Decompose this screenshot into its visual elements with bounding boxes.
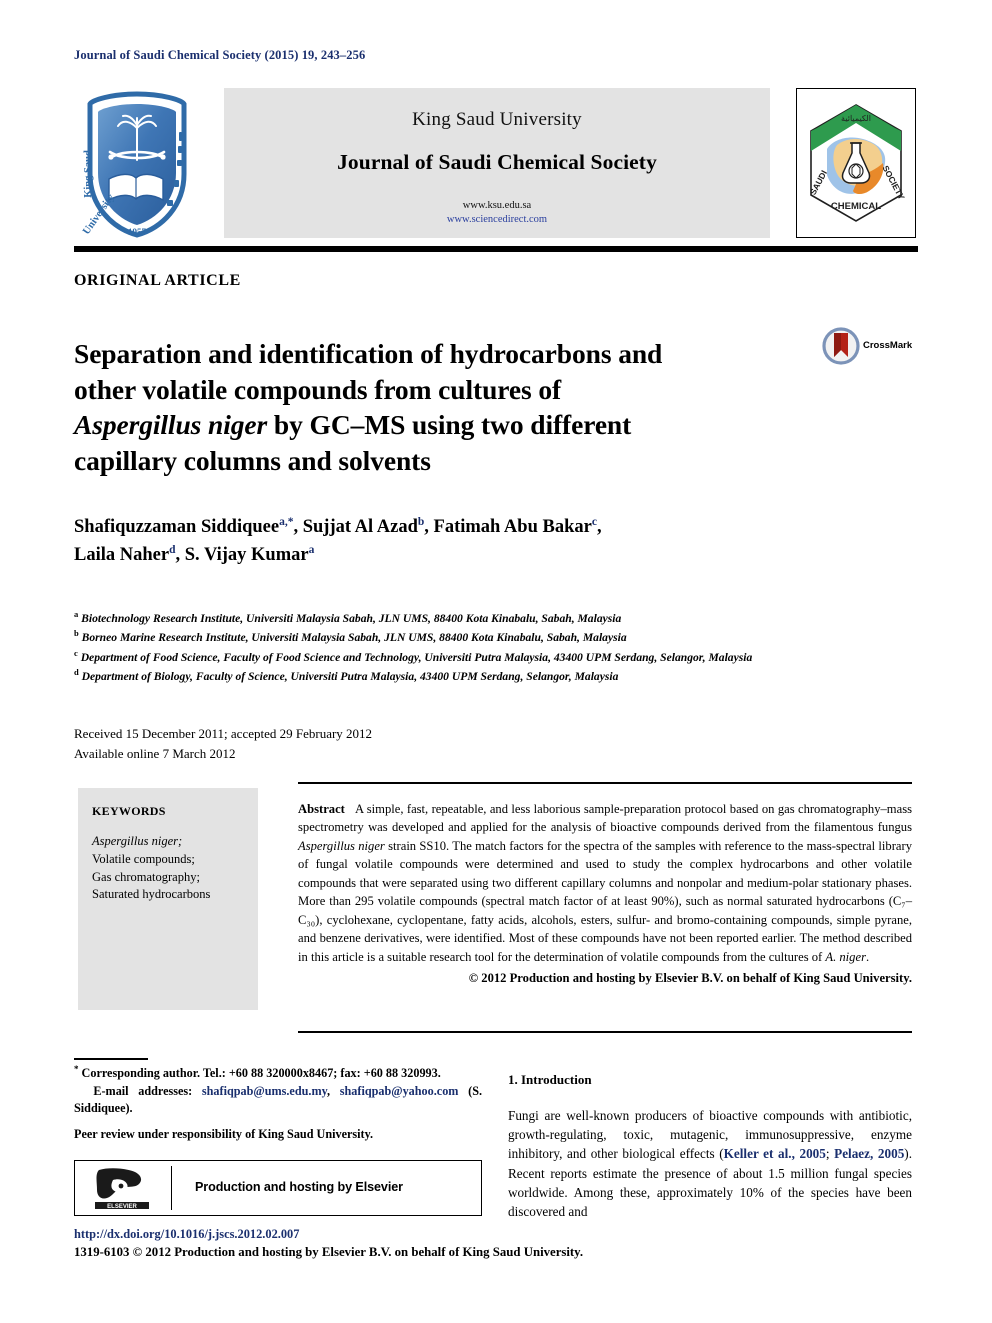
svg-text:King Saud: King Saud xyxy=(83,150,94,198)
svg-text:1957: 1957 xyxy=(128,227,147,237)
abstract-bottom-rule xyxy=(298,1031,912,1034)
author-4-name: Laila Naher xyxy=(74,545,170,566)
page-title: Separation and identification of hydroca… xyxy=(74,336,804,478)
keyword-item: Saturated hydrocarbons xyxy=(92,887,211,902)
title-species: Aspergillus niger xyxy=(74,409,268,441)
email-note: E-mail addresses: shafiqpab@ums.edu.my, … xyxy=(74,1083,482,1118)
author-sep-3: , xyxy=(596,517,602,537)
author-2: Sujjat Al Azadb xyxy=(302,516,425,537)
footnote-block: * Corresponding author. Tel.: +60 88 320… xyxy=(74,1063,482,1144)
keyword-item: Gas chromatography; xyxy=(92,869,200,884)
title-line-4: capillary columns and solvents xyxy=(74,444,431,476)
abstract-top-rule xyxy=(298,782,912,785)
affiliation-a-mark: a xyxy=(74,609,79,619)
affiliation-b: b Borneo Marine Research Institute, Univ… xyxy=(74,627,904,646)
abstract-block: Abstract A simple, fast, repeatable, and… xyxy=(298,800,912,987)
abstract-copyright: © 2012 Production and hosting by Elsevie… xyxy=(468,970,912,985)
citation-pelaez[interactable]: Pelaez, 2005 xyxy=(834,1146,904,1161)
abstract-part-3: . xyxy=(865,949,870,964)
masthead-divider-rule xyxy=(74,246,918,252)
author-5-marks: a xyxy=(308,543,315,556)
author-1-marks: a,* xyxy=(279,515,294,528)
elsevier-hosting-banner: ELSEVIER Production and hosting by Elsev… xyxy=(74,1160,482,1216)
abstract-part-2: strain SS10. The match factors for the s… xyxy=(298,838,913,964)
email-link-1[interactable]: shafiqpab@ums.edu.my xyxy=(202,1084,327,1098)
corresponding-author-text: Corresponding author. Tel.: +60 88 32000… xyxy=(81,1066,441,1081)
abstract-species-1: Aspergillus niger xyxy=(298,838,385,853)
sciencedirect-url[interactable]: www.sciencedirect.com xyxy=(224,213,770,227)
asterisk-icon: * xyxy=(74,1064,79,1074)
introduction-paragraph: Fungi are well-known producers of bioact… xyxy=(508,1106,912,1221)
author-2-name: Sujjat Al Azad xyxy=(302,517,418,537)
footnote-separator-rule xyxy=(74,1058,148,1060)
author-sep-1: , xyxy=(293,517,303,537)
email-label: E-mail addresses: xyxy=(93,1083,193,1098)
keywords-panel: KEYWORDS Aspergillus niger; Volatile com… xyxy=(78,788,258,1010)
author-5-name: S. Vijay Kumar xyxy=(184,545,309,566)
author-5: S. Vijay Kumara xyxy=(184,543,315,566)
affiliation-d: d Department of Biology, Faculty of Scie… xyxy=(74,666,904,685)
article-type-label: ORIGINAL ARTICLE xyxy=(74,272,241,289)
intro-text-2: ; xyxy=(825,1146,835,1162)
author-list: Shafiquzzaman Siddiqueea,*, Sujjat Al Az… xyxy=(74,513,894,569)
abstract-species-2: A. niger xyxy=(825,949,866,964)
doi-link[interactable]: http://dx.doi.org/10.1016/j.jscs.2012.02… xyxy=(74,1227,299,1242)
author-4: Laila Naherd xyxy=(74,544,175,566)
keyword-item: Volatile compounds; xyxy=(92,851,195,866)
corresponding-author-note: * Corresponding author. Tel.: +60 88 320… xyxy=(74,1063,482,1083)
affiliation-b-mark: b xyxy=(74,628,79,639)
king-saud-university-logo-icon: King Saud University 1957 xyxy=(78,88,196,240)
keywords-list: Aspergillus niger; Volatile compounds; G… xyxy=(92,833,258,904)
elsevier-divider xyxy=(171,1166,173,1210)
received-date: Received 15 December 2011; accepted 29 F… xyxy=(74,726,373,741)
email-link-2[interactable]: shafiqpab@yahoo.com xyxy=(340,1084,459,1098)
journal-urls: www.ksu.edu.sa www.sciencedirect.com xyxy=(224,199,770,227)
citation-keller[interactable]: Keller et al., 2005 xyxy=(724,1146,826,1161)
author-1: Shafiquzzaman Siddiqueea,* xyxy=(74,515,294,537)
title-line-2: other volatile compounds from cultures o… xyxy=(74,373,562,405)
ksu-url[interactable]: www.ksu.edu.sa xyxy=(224,199,770,213)
crossmark-icon xyxy=(822,327,860,365)
svg-text:الكيميائية: الكيميائية xyxy=(841,114,871,123)
title-line-3-rest: by GC–MS using two different xyxy=(267,409,632,441)
abstract-heading: Abstract xyxy=(298,802,345,816)
elsevier-logo-icon: ELSEVIER xyxy=(91,1166,153,1212)
peer-review-note: Peer review under responsibility of King… xyxy=(74,1127,374,1142)
running-head: Journal of Saudi Chemical Society (2015)… xyxy=(74,48,366,62)
author-3: Fatimah Abu Bakarc xyxy=(433,516,597,537)
svg-text:ELSEVIER: ELSEVIER xyxy=(107,1204,137,1210)
journal-title: Journal of Saudi Chemical Society xyxy=(337,150,657,174)
author-1-name: Shafiquzzaman Siddiquee xyxy=(74,517,280,537)
author-sep-4: , xyxy=(175,545,185,566)
article-page: Journal of Saudi Chemical Society (2015)… xyxy=(0,0,992,1323)
keywords-heading: KEYWORDS xyxy=(92,804,166,818)
svg-text:CHEMICAL: CHEMICAL xyxy=(831,201,881,212)
journal-masthead: King Saud University 1957 King Saud Univ… xyxy=(74,88,918,240)
title-line-1: Separation and identification of hydroca… xyxy=(74,338,663,370)
email-comma: , xyxy=(327,1083,331,1098)
saudi-chemical-society-logo-icon: الكيميائية SAUDI SOCIETY CHEMICAL xyxy=(796,88,916,238)
affiliation-a-text: Biotechnology Research Institute, Univer… xyxy=(81,611,622,625)
affiliation-c-mark: c xyxy=(74,647,78,658)
elsevier-hosting-text: Production and hosting by Elsevier xyxy=(195,1180,403,1194)
affiliation-list: a Biotechnology Research Institute, Univ… xyxy=(74,608,904,686)
journal-title-plate: King Saud University Journal of Saudi Ch… xyxy=(224,88,770,238)
affiliation-d-text: Department of Biology, Faculty of Scienc… xyxy=(81,670,619,684)
author-3-name: Fatimah Abu Bakar xyxy=(433,517,592,537)
abstract-part-1: A simple, fast, repeatable, and less lab… xyxy=(298,802,912,835)
available-online-date: Available online 7 March 2012 xyxy=(74,745,236,761)
article-dates: Received 15 December 2011; accepted 29 F… xyxy=(74,724,372,763)
author-sep-2: , xyxy=(424,517,434,537)
affiliation-b-text: Borneo Marine Research Institute, Univer… xyxy=(81,631,627,645)
affiliation-c-text: Department of Food Science, Faculty of F… xyxy=(80,650,753,664)
affiliation-d-mark: d xyxy=(74,667,79,678)
publisher-name: King Saud University xyxy=(412,109,582,130)
keyword-item: Aspergillus niger; xyxy=(92,834,183,848)
issn-copyright-line: 1319-6103 © 2012 Production and hosting … xyxy=(74,1245,584,1259)
crossmark-label: CrossMark xyxy=(863,340,913,351)
affiliation-a: a Biotechnology Research Institute, Univ… xyxy=(74,608,904,627)
affiliation-c: c Department of Food Science, Faculty of… xyxy=(74,647,904,666)
introduction-heading: 1. Introduction xyxy=(508,1072,592,1087)
crossmark-badge[interactable]: CrossMark xyxy=(822,327,912,367)
